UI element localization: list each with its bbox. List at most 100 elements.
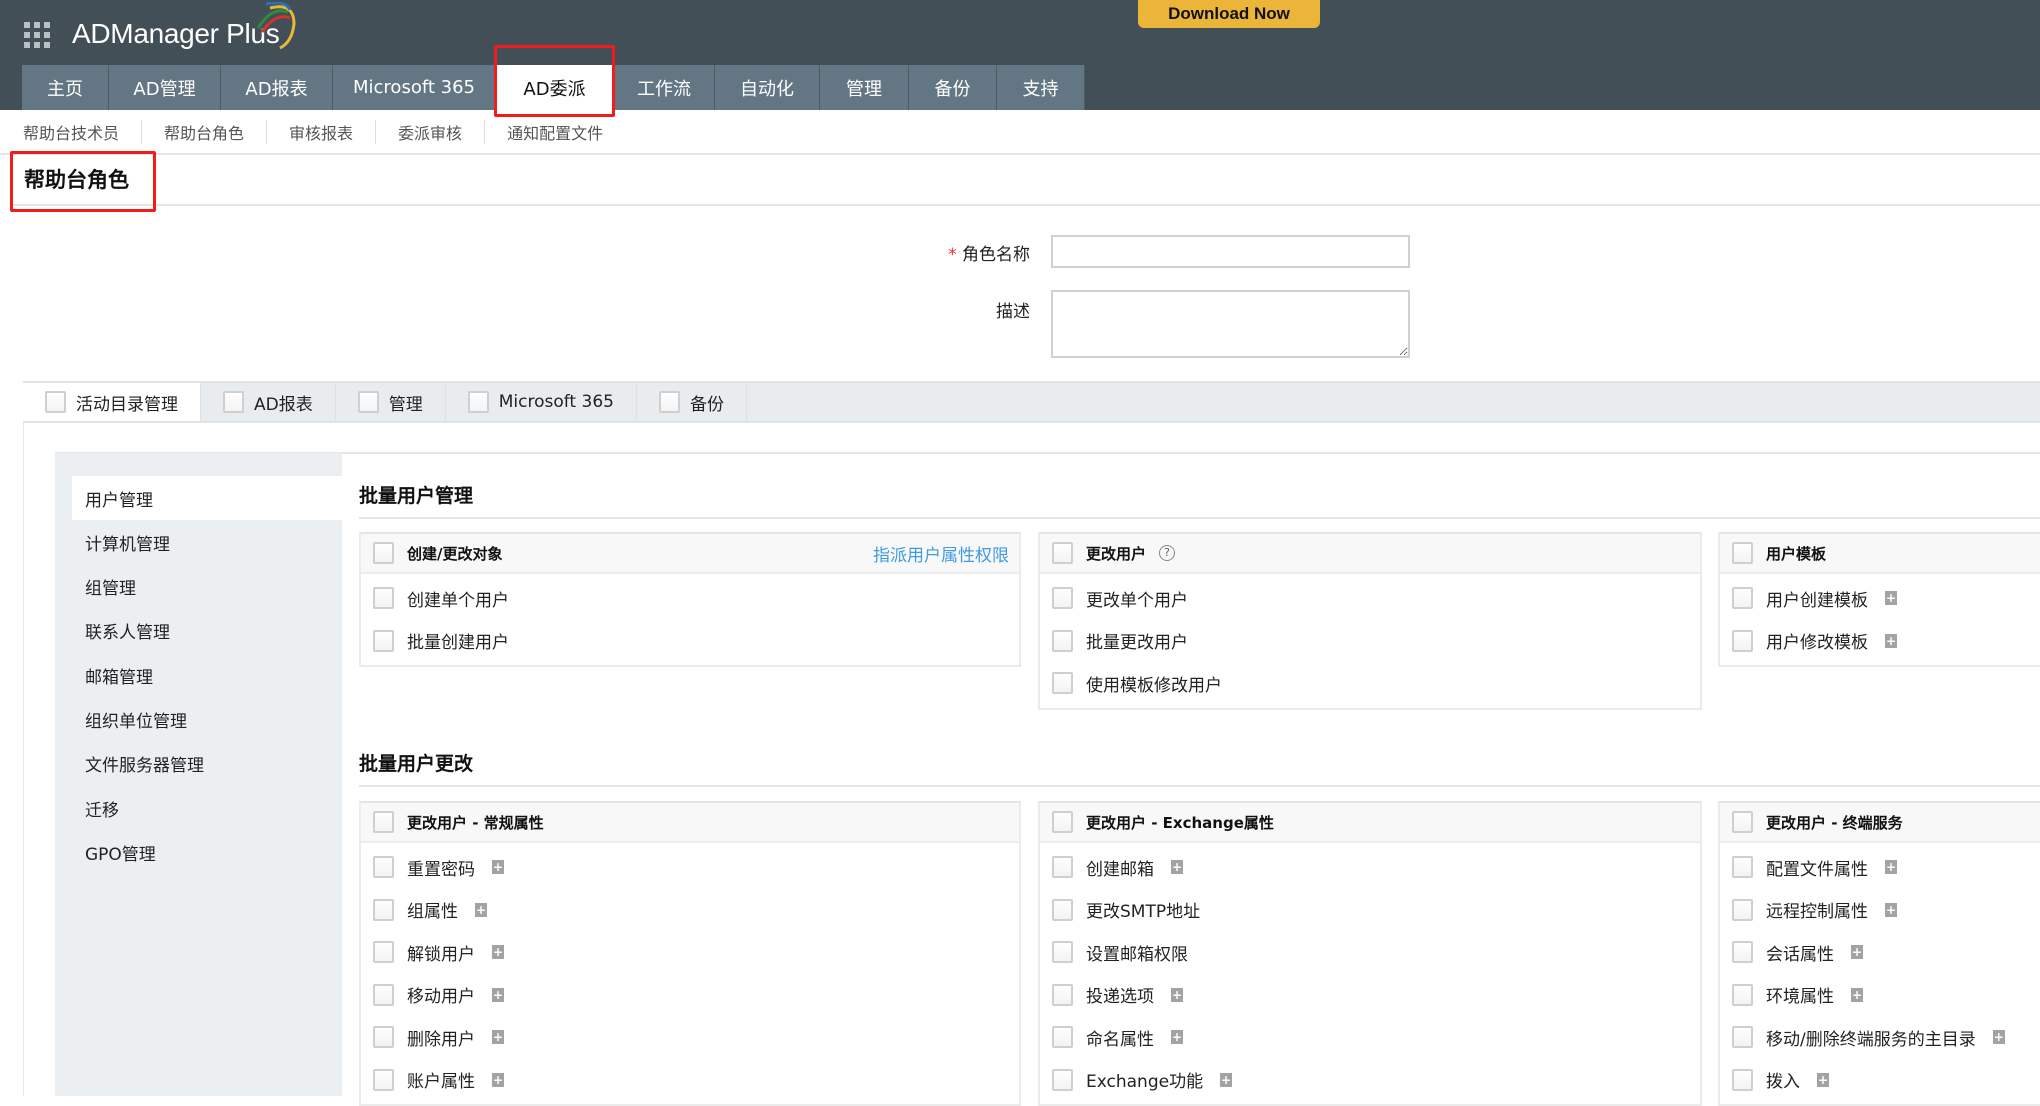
role-name-input[interactable]: [1051, 235, 1410, 268]
sidebar-item[interactable]: 联系人管理: [55, 609, 342, 653]
expand-plus-icon[interactable]: +: [1220, 1072, 1233, 1087]
expand-plus-icon[interactable]: +: [1851, 945, 1863, 960]
sidebar-item[interactable]: 文件服务器管理: [55, 742, 342, 786]
expand-plus-icon[interactable]: +: [1992, 1030, 2005, 1045]
subnav-item[interactable]: 帮助台角色: [141, 120, 266, 144]
expand-plus-icon[interactable]: +: [492, 945, 504, 960]
subnav-item[interactable]: 帮助台技术员: [23, 120, 141, 144]
checkbox[interactable]: [1732, 898, 1753, 921]
checkbox[interactable]: [373, 629, 394, 652]
expand-plus-icon[interactable]: +: [1171, 987, 1183, 1002]
nav-tab[interactable]: AD管理: [109, 65, 221, 110]
checkbox[interactable]: [658, 391, 680, 413]
subnav-item[interactable]: 通知配置文件: [484, 120, 625, 144]
expand-plus-icon[interactable]: +: [1817, 1072, 1829, 1087]
permission-item[interactable]: 解锁用户 +: [361, 931, 1019, 974]
expand-plus-icon[interactable]: +: [492, 1030, 504, 1045]
checkbox[interactable]: [1052, 983, 1073, 1006]
expand-plus-icon[interactable]: +: [492, 987, 504, 1002]
checkbox[interactable]: [1732, 1068, 1753, 1091]
checkbox[interactable]: [223, 391, 244, 413]
permission-item[interactable]: 配置文件属性 +: [1720, 846, 2040, 889]
permission-item[interactable]: 使用模板修改用户: [1040, 662, 1700, 705]
permission-item[interactable]: 批量更改用户: [1040, 620, 1700, 663]
sidebar-item[interactable]: GPO管理: [55, 830, 342, 874]
expand-plus-icon[interactable]: +: [1851, 987, 1863, 1002]
nav-tab[interactable]: 主页: [22, 65, 109, 110]
sidebar-item[interactable]: 计算机管理: [55, 520, 342, 564]
checkbox[interactable]: [1732, 941, 1753, 964]
permission-item[interactable]: 批量创建用户: [361, 620, 1019, 663]
help-icon[interactable]: ?: [1159, 545, 1176, 561]
permission-item[interactable]: 更改单个用户: [1040, 577, 1700, 620]
permission-item[interactable]: 会话属性 +: [1720, 931, 2040, 974]
checkbox[interactable]: [45, 391, 66, 413]
checkbox[interactable]: [1052, 1068, 1073, 1091]
permission-item[interactable]: 用户修改模板 +: [1720, 620, 2040, 663]
permission-item[interactable]: Exchange功能 +: [1040, 1059, 1700, 1102]
expand-plus-icon[interactable]: +: [475, 902, 487, 917]
checkbox[interactable]: [1732, 1026, 1753, 1049]
description-textarea[interactable]: [1051, 290, 1410, 358]
permission-item[interactable]: 移动用户 +: [361, 974, 1019, 1017]
sidebar-item[interactable]: 用户管理: [72, 476, 342, 520]
subnav-item[interactable]: 审核报表: [266, 120, 375, 144]
permission-item[interactable]: 重置密码 +: [361, 846, 1019, 889]
permission-item[interactable]: 环境属性 +: [1720, 974, 2040, 1017]
checkbox[interactable]: [357, 391, 379, 413]
expand-plus-icon[interactable]: +: [1885, 860, 1897, 875]
checkbox[interactable]: [1052, 587, 1073, 610]
permission-item[interactable]: 组属性 +: [361, 889, 1019, 932]
permission-item[interactable]: 拨入 +: [1720, 1059, 2040, 1102]
nav-tab[interactable]: 工作流: [614, 65, 715, 110]
permission-item[interactable]: 远程控制属性 +: [1720, 889, 2040, 932]
checkbox[interactable]: [1052, 672, 1073, 695]
checkbox[interactable]: [373, 1026, 394, 1049]
expand-plus-icon[interactable]: +: [1885, 902, 1897, 917]
subnav-item[interactable]: 委派审核: [375, 120, 484, 144]
sidebar-item[interactable]: 邮箱管理: [55, 653, 342, 697]
permission-item[interactable]: 创建邮箱 +: [1040, 846, 1700, 889]
checkbox[interactable]: [373, 898, 394, 921]
expand-plus-icon[interactable]: +: [492, 1072, 504, 1087]
nav-tab[interactable]: 备份: [909, 65, 997, 110]
card-checkbox[interactable]: [1052, 542, 1073, 564]
download-now-button[interactable]: Download Now: [1138, 0, 1320, 28]
checkbox[interactable]: [1052, 941, 1073, 964]
permission-item[interactable]: 用户创建模板 +: [1720, 577, 2040, 620]
assign-attribute-permission-link[interactable]: 指派用户属性权限: [873, 541, 1009, 566]
expand-plus-icon[interactable]: +: [1885, 591, 1897, 606]
checkbox[interactable]: [1052, 898, 1073, 921]
checkbox[interactable]: [373, 941, 394, 964]
app-logo[interactable]: ADManager Plus: [72, 18, 280, 50]
card-checkbox[interactable]: [1732, 542, 1753, 564]
nav-tab[interactable]: 自动化: [715, 65, 820, 110]
category-tab[interactable]: 备份: [637, 383, 747, 421]
category-tab[interactable]: 管理: [336, 383, 446, 421]
permission-item[interactable]: 更改SMTP地址: [1040, 889, 1700, 932]
category-tab[interactable]: 活动目录管理: [23, 383, 201, 421]
checkbox[interactable]: [373, 1068, 394, 1091]
card-checkbox[interactable]: [373, 811, 394, 833]
card-checkbox[interactable]: [1052, 811, 1073, 833]
nav-tab[interactable]: 管理: [820, 65, 909, 110]
checkbox[interactable]: [1732, 856, 1753, 879]
checkbox[interactable]: [1732, 983, 1753, 1006]
expand-plus-icon[interactable]: +: [1885, 633, 1897, 648]
expand-plus-icon[interactable]: +: [1171, 1030, 1183, 1045]
checkbox[interactable]: [373, 983, 394, 1006]
checkbox[interactable]: [467, 391, 489, 413]
expand-plus-icon[interactable]: +: [1171, 860, 1183, 875]
permission-item[interactable]: 账户属性 +: [361, 1059, 1019, 1102]
permission-item[interactable]: 设置邮箱权限: [1040, 931, 1700, 974]
sidebar-item[interactable]: 迁移: [55, 786, 342, 830]
permission-item[interactable]: 投递选项 +: [1040, 974, 1700, 1017]
checkbox[interactable]: [1052, 856, 1073, 879]
checkbox[interactable]: [1052, 629, 1073, 652]
checkbox[interactable]: [373, 856, 394, 879]
category-tab[interactable]: Microsoft 365: [446, 383, 637, 421]
nav-tab[interactable]: 支持: [997, 65, 1085, 110]
card-checkbox[interactable]: [373, 542, 394, 564]
sidebar-item[interactable]: 组织单位管理: [55, 698, 342, 742]
checkbox[interactable]: [1732, 629, 1753, 652]
